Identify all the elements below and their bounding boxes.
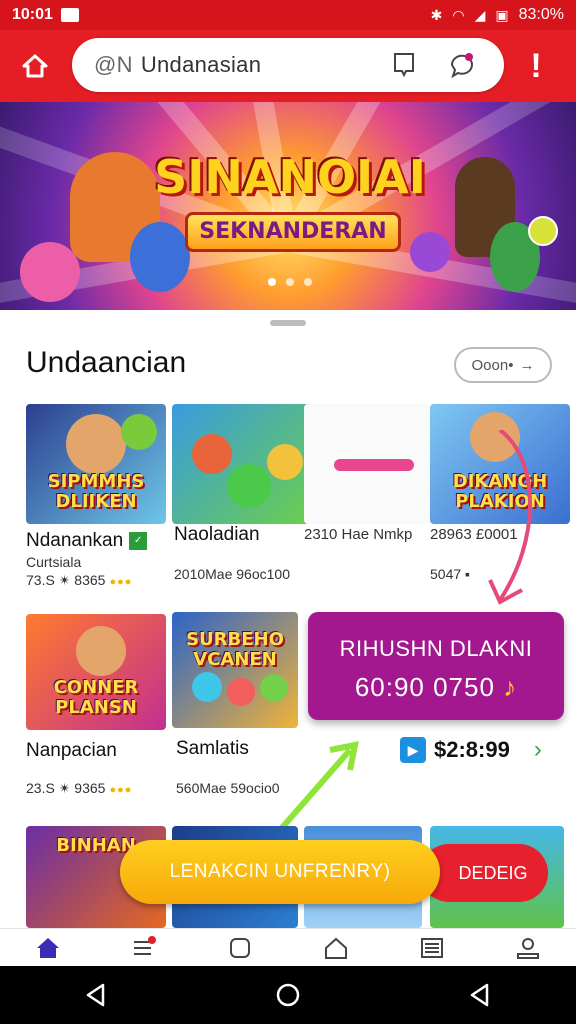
notification-icon — [60, 8, 79, 22]
sim-icon: ▣ — [495, 6, 509, 23]
promo-title: RIHUSHN DLAKNI — [339, 636, 533, 661]
banner-character — [410, 232, 450, 272]
bluetooth-icon: ✱ — [430, 6, 443, 23]
bottom-nav — [0, 928, 576, 966]
signal-icon: ◢ — [474, 6, 486, 23]
banner-character — [20, 242, 80, 302]
chat-button[interactable] — [442, 45, 482, 85]
status-time: 10:01 — [12, 6, 53, 23]
tile-title: SIPMMHS DLIIKEN — [47, 471, 145, 512]
item-name[interactable]: Naoladian — [174, 524, 260, 546]
price-row[interactable]: ▶ $2:8:99 › — [400, 736, 542, 764]
nav-profile[interactable] — [508, 930, 548, 966]
swipe-arrow-icon — [488, 430, 532, 605]
app-header: @N Undanasian ! — [0, 30, 576, 102]
item-meta: 73.S ✴ 8365 ●●● — [26, 572, 133, 588]
alert-button[interactable]: ! — [518, 42, 554, 90]
pagination-dot[interactable] — [286, 278, 294, 286]
promo-value: 60:90 0750 ♪ — [354, 672, 518, 702]
banner-badge[interactable] — [528, 216, 558, 246]
game-tile[interactable]: SURBEHO VCANEN — [172, 612, 298, 728]
game-tile[interactable] — [304, 404, 444, 524]
banner-title: SINANOIAI — [154, 150, 426, 204]
home-icon — [22, 54, 48, 78]
item-subtitle: Curtsiala — [26, 554, 82, 570]
status-icons: ✱ ◠ ◢ ▣ 83:0% — [431, 6, 564, 24]
item-name[interactable]: Nanpacian — [26, 740, 117, 762]
profile-icon — [517, 937, 539, 959]
item-name[interactable]: Samlatis — [176, 738, 249, 760]
verified-icon: ✓ — [129, 531, 148, 550]
item-meta: 5047 ▪ — [430, 566, 470, 582]
see-more-button[interactable]: Ooon• → — [454, 347, 552, 383]
home-button[interactable] — [0, 30, 70, 102]
music-note-icon: ♪ — [503, 672, 518, 702]
home-circle-icon[interactable] — [275, 982, 301, 1008]
nav-menu[interactable] — [412, 930, 452, 966]
banner-character — [130, 222, 190, 292]
sheet-handle[interactable] — [270, 320, 306, 326]
back-icon[interactable] — [467, 982, 493, 1008]
banner-subtitle: SEKNANDERAN — [185, 212, 401, 252]
bookmark-icon — [394, 53, 414, 78]
tile-title: CONNER PLANSN — [53, 677, 139, 718]
battery-level: 83:0% — [518, 6, 564, 23]
item-name[interactable]: Ndanankan ✓ — [26, 530, 148, 552]
system-nav-bar — [0, 966, 576, 1024]
pagination-dot[interactable] — [268, 278, 276, 286]
nav-house[interactable] — [316, 930, 356, 966]
banner-pagination — [268, 278, 312, 286]
play-icon: ▶ — [400, 737, 426, 763]
pagination-dot[interactable] — [304, 278, 312, 286]
search-query: Undanasian — [140, 52, 262, 77]
nav-square[interactable] — [220, 930, 260, 966]
nav-list[interactable] — [124, 930, 164, 966]
price-label: $2:8:99 — [434, 737, 510, 762]
back-icon[interactable] — [83, 982, 109, 1008]
search-prefix: @N — [94, 52, 133, 77]
bookmark-button[interactable] — [384, 45, 424, 85]
rating-stars-icon: ●●● — [109, 784, 133, 796]
home-icon — [37, 937, 59, 958]
status-bar: 10:01 ✱ ◠ ◢ ▣ 83:0% — [0, 0, 576, 30]
nav-home[interactable] — [28, 930, 68, 966]
chat-icon — [450, 53, 473, 79]
pointer-arrow-icon — [277, 741, 359, 832]
menu-icon — [421, 937, 443, 958]
search-input[interactable]: @N Undanasian — [94, 52, 366, 78]
arrow-right-icon: → — [519, 356, 535, 374]
game-tile[interactable] — [172, 404, 312, 524]
chevron-right-icon[interactable]: › — [534, 736, 542, 764]
tile-title: SURBEHO VCANEN — [186, 629, 284, 670]
square-icon — [230, 937, 250, 958]
list-icon — [134, 935, 156, 955]
wifi-icon: ◠ — [452, 6, 465, 23]
item-meta: 560Mae 59ocio0 — [176, 780, 280, 796]
promo-card[interactable]: RIHUSHN DLAKNI 60:90 0750 ♪ — [308, 612, 564, 720]
item-meta: 23.S ✴ 9365 ●●● — [26, 780, 133, 796]
game-tile[interactable]: CONNER PLANSN — [26, 614, 166, 730]
see-more-label: Ooon• — [471, 356, 514, 374]
item-name[interactable]: 2310 Hae Nmkp — [304, 526, 412, 543]
rating-stars-icon: ●●● — [109, 576, 133, 588]
item-meta: 2010Mae 96oc100 — [174, 566, 290, 582]
game-tile[interactable]: SIPMMHS DLIIKEN — [26, 404, 166, 524]
primary-cta-button[interactable]: LENAKCIN UNFRENRY) — [120, 840, 440, 904]
search-bar[interactable]: @N Undanasian — [72, 38, 504, 92]
section-title: Undaancian — [26, 346, 187, 379]
house-icon — [325, 937, 347, 959]
